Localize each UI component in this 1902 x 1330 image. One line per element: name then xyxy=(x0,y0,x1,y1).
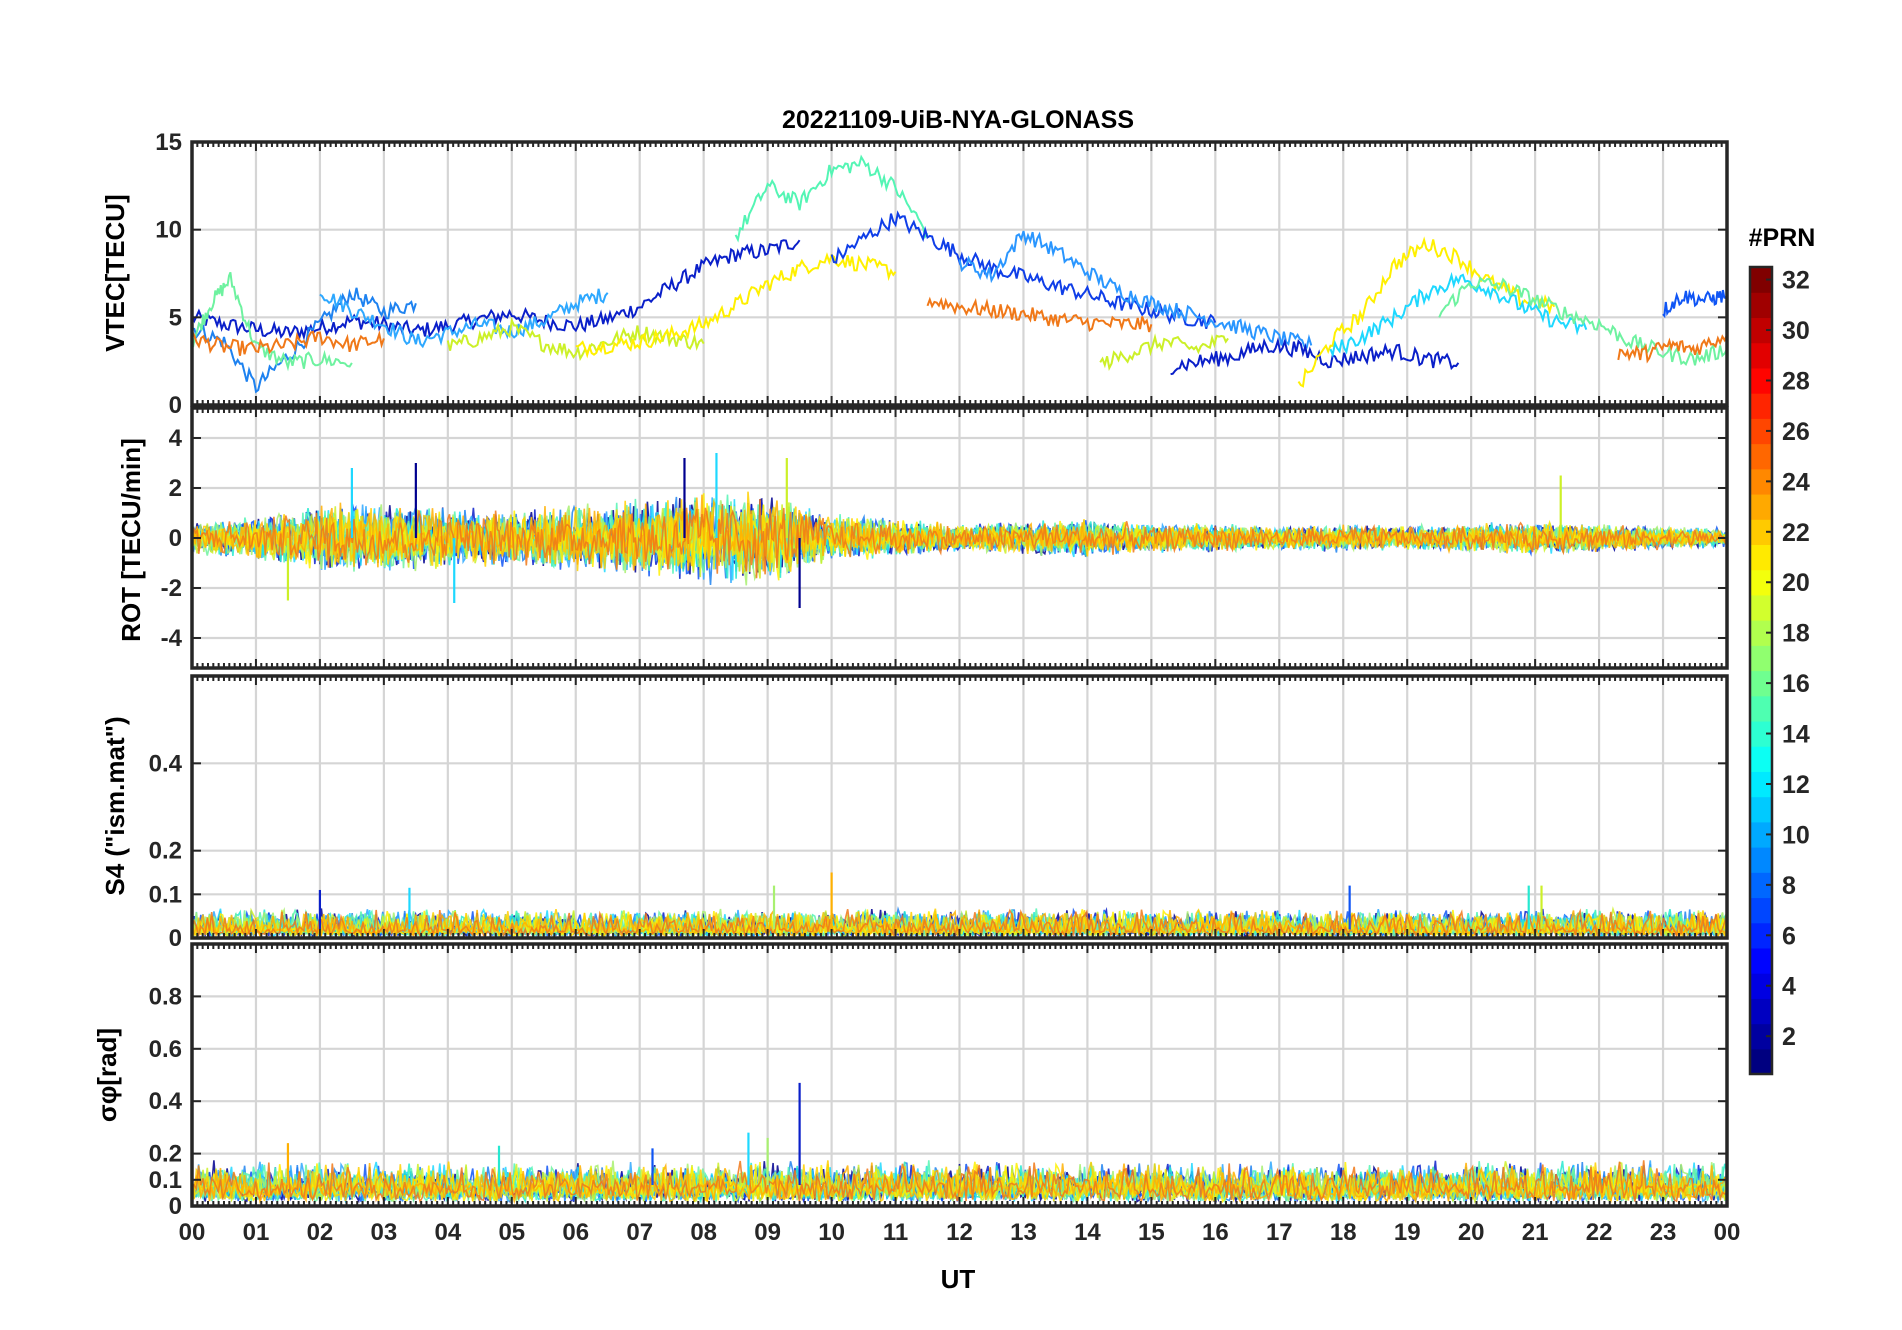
x-tick-label: 02 xyxy=(307,1219,334,1246)
x-tick-label: 20 xyxy=(1458,1219,1485,1246)
y-tick-label: 0.8 xyxy=(149,983,182,1010)
colorbar-tick-label: 4 xyxy=(1782,973,1796,1001)
y-tick-label: 0.4 xyxy=(149,1088,183,1115)
x-tick-label: 01 xyxy=(243,1219,270,1246)
x-tick-label: 06 xyxy=(562,1219,589,1246)
colorbar-tick-label: 6 xyxy=(1782,922,1796,950)
y-axis-label: ROT [TECU/min] xyxy=(116,438,146,642)
x-tick-label: 19 xyxy=(1394,1219,1421,1246)
y-tick-label: 0.1 xyxy=(149,881,182,908)
y-axis-label: σφ[rad] xyxy=(92,1028,122,1122)
x-tick-label: 12 xyxy=(946,1219,973,1246)
x-tick-label: 17 xyxy=(1266,1219,1293,1246)
x-tick-label: 13 xyxy=(1010,1219,1037,1246)
colorbar-tick-label: 24 xyxy=(1782,468,1810,496)
x-tick-label: 03 xyxy=(371,1219,398,1246)
y-tick-label: 4 xyxy=(169,425,183,452)
colorbar-segment xyxy=(1750,645,1772,672)
colorbar-segment xyxy=(1750,897,1772,924)
chart-figure: 20221109-UiB-NYA-GLONASS 051015VTEC[TECU… xyxy=(0,0,1902,1330)
colorbar-tick-label: 2 xyxy=(1782,1023,1796,1051)
x-tick-label: 14 xyxy=(1074,1219,1101,1246)
x-tick-label: 00 xyxy=(1714,1219,1741,1246)
colorbar-segment xyxy=(1750,695,1772,722)
y-tick-label: 0.6 xyxy=(149,1036,182,1063)
colorbar-tick-label: 8 xyxy=(1782,872,1796,900)
y-tick-label: 0.1 xyxy=(149,1167,182,1194)
y-tick-label: 5 xyxy=(169,304,182,331)
y-tick-label: 0.2 xyxy=(149,838,182,865)
colorbar-segment xyxy=(1750,292,1772,319)
colorbar-tick-label: 14 xyxy=(1782,721,1810,749)
colorbar-segment xyxy=(1750,796,1772,823)
y-tick-label: 0.2 xyxy=(149,1141,182,1168)
y-tick-label: 0 xyxy=(169,925,182,952)
y-tick-label: -4 xyxy=(161,625,183,652)
x-tick-label: 08 xyxy=(690,1219,717,1246)
x-axis-label: UT xyxy=(941,1264,976,1294)
colorbar-tick-label: 32 xyxy=(1782,267,1810,295)
y-tick-label: 15 xyxy=(155,129,182,156)
x-tick-label: 22 xyxy=(1586,1219,1613,1246)
colorbar-segment xyxy=(1750,746,1772,772)
colorbar-label: #PRN xyxy=(1749,224,1816,252)
colorbar-tick-label: 12 xyxy=(1782,771,1810,799)
y-axis-label: S4 ("ism.mat") xyxy=(100,716,130,895)
colorbar-tick-label: 28 xyxy=(1782,367,1810,395)
y-tick-label: 0 xyxy=(169,392,182,419)
colorbar-segment xyxy=(1750,998,1772,1025)
chart-title: 20221109-UiB-NYA-GLONASS xyxy=(782,106,1134,134)
colorbar-tick-label: 16 xyxy=(1782,670,1810,698)
colorbar-tick-label: 30 xyxy=(1782,317,1810,345)
colorbar-tick-label: 18 xyxy=(1782,620,1810,648)
colorbar-tick-label: 26 xyxy=(1782,418,1810,446)
y-tick-label: 0 xyxy=(169,1193,182,1220)
x-tick-label: 00 xyxy=(179,1219,206,1246)
y-tick-label: 2 xyxy=(169,475,182,502)
x-tick-label: 09 xyxy=(754,1219,781,1246)
colorbar-segment xyxy=(1750,594,1772,621)
y-tick-label: 0 xyxy=(169,525,182,552)
colorbar-segment xyxy=(1750,847,1772,873)
colorbar-tick-label: 22 xyxy=(1782,519,1810,547)
x-tick-label: 18 xyxy=(1330,1219,1357,1246)
colorbar-segment xyxy=(1750,493,1772,520)
colorbar-tick-label: 10 xyxy=(1782,821,1810,849)
colorbar-segment xyxy=(1750,393,1772,419)
colorbar-segment xyxy=(1750,1048,1772,1075)
colorbar-segment xyxy=(1750,443,1772,470)
y-tick-label: -2 xyxy=(161,575,182,602)
colorbar-segment xyxy=(1750,342,1772,369)
x-tick-label: 10 xyxy=(818,1219,845,1246)
x-tick-label: 05 xyxy=(498,1219,525,1246)
x-tick-label: 21 xyxy=(1522,1219,1549,1246)
x-tick-label: 16 xyxy=(1202,1219,1229,1246)
x-tick-label: 15 xyxy=(1138,1219,1165,1246)
colorbar-segment xyxy=(1750,947,1772,974)
colorbar-tick-label: 20 xyxy=(1782,569,1810,597)
x-tick-label: 11 xyxy=(883,1219,908,1246)
y-axis-label: VTEC[TECU] xyxy=(100,194,130,351)
x-tick-label: 23 xyxy=(1650,1219,1677,1246)
colorbar-segment xyxy=(1750,544,1772,571)
x-tick-label: 04 xyxy=(434,1219,461,1246)
x-tick-label: 07 xyxy=(626,1219,653,1246)
y-tick-label: 10 xyxy=(155,217,182,244)
y-tick-label: 0.4 xyxy=(149,750,183,777)
